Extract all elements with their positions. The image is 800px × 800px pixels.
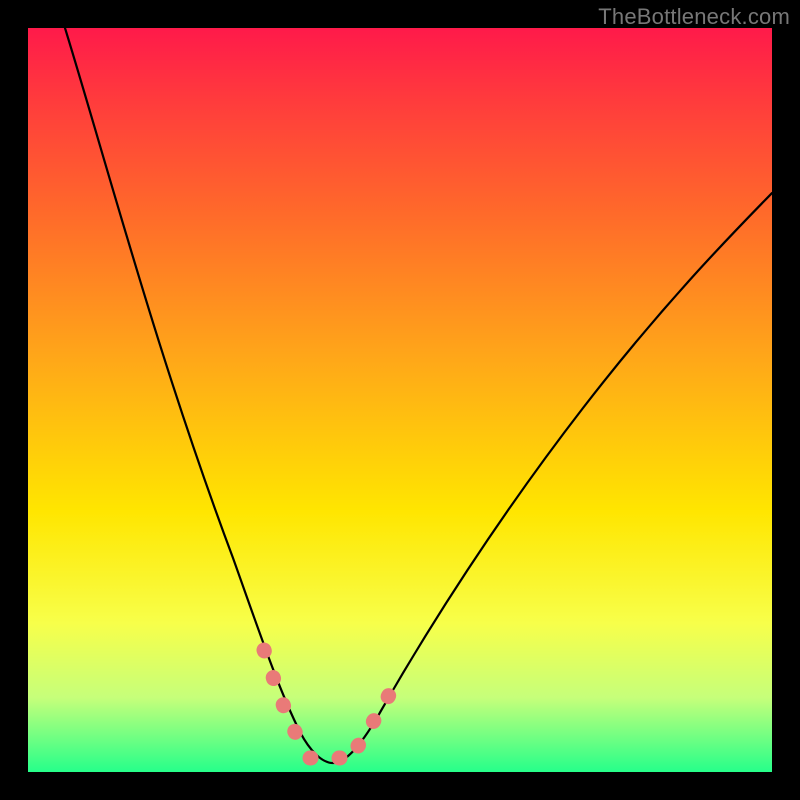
bottleneck-plot — [28, 28, 772, 772]
watermark-text: TheBottleneck.com — [598, 4, 790, 30]
bottleneck-curve — [65, 28, 772, 763]
chart-canvas — [28, 28, 772, 772]
highlight-dots-left — [264, 650, 304, 748]
